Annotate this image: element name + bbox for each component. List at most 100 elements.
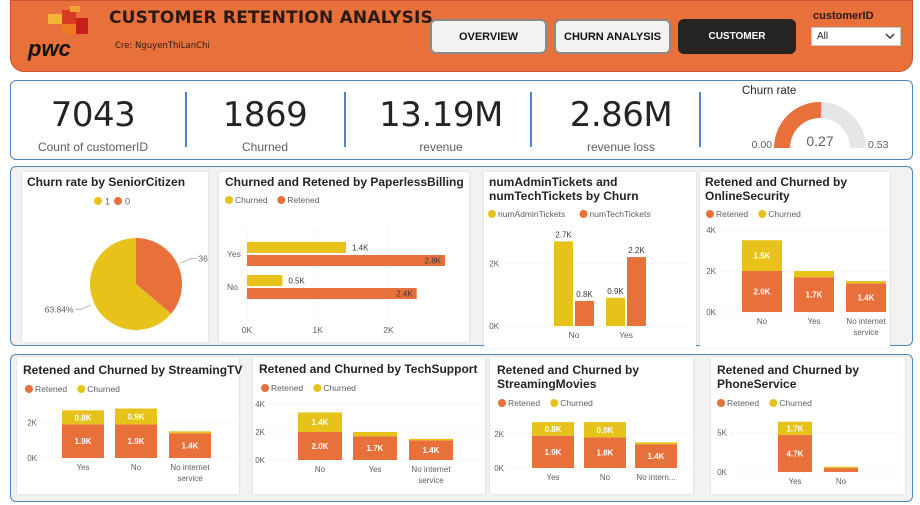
y-tick-label: 2K <box>255 428 265 437</box>
y-tick-label: Yes <box>227 249 241 259</box>
page-title: CUSTOMER RETENTION ANALYSIS <box>109 8 434 28</box>
data-label: 1.4K <box>648 452 665 461</box>
legend-label: 1 <box>105 197 110 207</box>
chart-title: Retened and Churned by PhoneService <box>717 363 860 391</box>
data-label: 1.4K <box>352 244 369 253</box>
legend-label: Retened <box>35 384 67 394</box>
legend-marker <box>758 210 767 218</box>
bar <box>627 257 646 326</box>
data-label: 1.4K <box>312 418 329 427</box>
x-tick-label: Yes <box>619 330 633 340</box>
data-label: 1.9K <box>545 448 562 457</box>
bar <box>247 242 346 253</box>
tech-support-chart: Retened Churned 0K 2K 4K No 2.0K 1.4K Yes 1.7K No … <box>255 383 481 485</box>
x-tick-label: service <box>418 476 444 485</box>
bar-segment <box>353 432 397 437</box>
data-label: 0.8K <box>576 290 593 299</box>
legend-marker <box>225 196 233 204</box>
customer-id-dropdown[interactable]: All <box>811 27 901 46</box>
y-tick-label: 0K <box>27 454 37 463</box>
legend-label: Churned <box>323 383 356 393</box>
legend-label: 0 <box>125 197 130 207</box>
bar <box>575 300 594 326</box>
kpi-revenue-loss-label: revenue loss <box>586 140 656 154</box>
x-tick-label: Yes <box>368 465 381 474</box>
x-tick-label: No <box>757 317 768 326</box>
x-tick-label: No <box>315 465 326 474</box>
senior-citizen-pie-chart: 1 0 63.84% 36.16% <box>45 197 208 330</box>
data-label: 0.9K <box>607 287 624 296</box>
legend-marker <box>769 399 778 407</box>
y-tick-label: 5K <box>717 429 727 438</box>
y-tick-label: 0K <box>494 464 504 473</box>
legend-marker <box>114 197 122 205</box>
data-label: 2.4K <box>396 290 413 299</box>
y-tick-label: 0K <box>255 456 265 465</box>
y-tick-label: 0K <box>717 468 727 477</box>
bar-segment <box>824 468 858 472</box>
gauge-min-label: 0.00 <box>752 139 773 151</box>
chart-title: numAdminTickets and numTechTickets by Ch… <box>489 175 639 203</box>
y-tick-label: 2K <box>706 267 716 276</box>
x-tick-label: No <box>569 330 580 340</box>
x-tick-label: 0K <box>242 325 253 335</box>
bar-segment <box>169 431 211 434</box>
x-tick-label: No <box>131 463 142 472</box>
x-tick-label: No internet <box>411 465 451 474</box>
data-label: 1.8K <box>597 449 614 458</box>
data-label: 2.7K <box>555 230 572 239</box>
data-label: 1.4K <box>858 294 875 303</box>
legend-label: numTechTickets <box>590 209 651 219</box>
data-label: 63.84% <box>45 304 74 314</box>
legend-label: Retened <box>508 398 540 408</box>
data-label: 2.0K <box>312 442 329 451</box>
chart-title: Churn rate by SeniorCitizen <box>27 175 186 189</box>
churn-analysis-button[interactable]: CHURN ANALYSIS <box>554 19 671 54</box>
legend-label: Churned <box>87 384 120 394</box>
y-tick-label: 2K <box>494 430 504 439</box>
svg-text:pwc: pwc <box>27 36 71 61</box>
legend-marker <box>313 384 322 392</box>
bar-segment <box>409 438 453 441</box>
legend-label: Retened <box>287 195 319 205</box>
x-tick-label: No internet <box>846 317 886 326</box>
data-label: 1.5K <box>754 252 771 261</box>
data-label: 1.7K <box>367 444 384 453</box>
legend-marker <box>550 399 559 407</box>
y-tick-label: 0K <box>489 322 499 331</box>
data-label: 1.9K <box>128 437 145 446</box>
legend-label: Churned <box>235 195 268 205</box>
legend-marker <box>579 210 588 218</box>
bar <box>247 255 445 266</box>
x-tick-label: No intern... <box>636 473 675 482</box>
chart-title: Retened and Churned by TechSupport <box>259 362 478 376</box>
legend-marker <box>261 384 269 392</box>
data-label: 0.8K <box>545 425 562 434</box>
legend-label: Retened <box>271 383 303 393</box>
legend-label: numAdminTickets <box>498 209 565 219</box>
kpi-revenue-label: revenue <box>419 140 463 154</box>
legend-label: Retened <box>716 209 748 219</box>
y-tick-label: 4K <box>706 226 716 235</box>
legend-label: Churned <box>560 398 593 408</box>
data-label: 1.4K <box>423 446 440 455</box>
kpi-revenue-loss-value: 2.86M <box>569 95 673 135</box>
gauge-value-label: 0.27 <box>806 133 833 149</box>
churn-rate-gauge: 0.27 0.00 0.53 <box>752 102 889 151</box>
bar <box>554 241 573 326</box>
chart-title: Retened and Churned by StreamingMovies <box>497 363 640 391</box>
y-tick-label: 2K <box>27 419 37 428</box>
streaming-movies-chart: Retened Churned 0K 2K Yes 1.9K 0.8K No 1.8K 0.9K N… <box>494 398 689 482</box>
customer-button[interactable]: CUSTOMER <box>678 19 796 54</box>
kpi-divider <box>530 92 532 147</box>
x-tick-label: 1K <box>313 325 324 335</box>
kpi-churned-value: 1869 <box>222 95 308 135</box>
x-tick-label: Yes <box>788 477 801 486</box>
leader-line <box>181 258 197 264</box>
data-label: 0.8K <box>75 413 92 422</box>
data-label: 1.9K <box>75 437 92 446</box>
kpi-divider <box>699 92 701 147</box>
overview-button[interactable]: OVERVIEW <box>430 19 547 54</box>
bar-segment <box>846 281 886 284</box>
data-label: 4.7K <box>787 450 804 459</box>
